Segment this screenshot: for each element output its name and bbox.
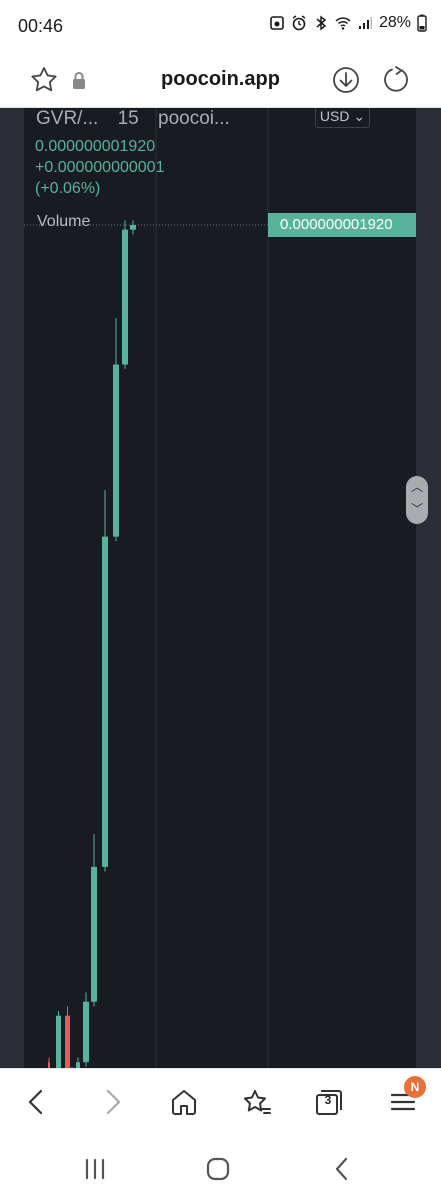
candle-body[interactable] — [91, 866, 97, 1002]
chevron-down-icon[interactable]: ﹀ — [406, 498, 428, 520]
photo-icon — [270, 16, 284, 30]
volume-label: Volume — [37, 213, 91, 230]
chart-interval[interactable]: 15 — [118, 108, 139, 129]
alarm-icon — [292, 15, 306, 31]
menu-badge: N — [404, 1076, 426, 1098]
chevron-up-icon[interactable]: ︿ — [406, 476, 428, 498]
tab-count: 3 — [324, 1093, 332, 1107]
candle-body[interactable] — [122, 229, 128, 365]
url-text[interactable]: poocoin.app — [0, 68, 441, 91]
currency-select[interactable]: USD ⌄ — [315, 108, 370, 128]
status-bar: 00:46 28% — [0, 0, 441, 54]
candle-body[interactable] — [65, 1015, 70, 1068]
candle-body[interactable] — [113, 364, 119, 537]
status-icons: 28% — [269, 14, 427, 32]
system-back-icon[interactable] — [327, 1154, 357, 1184]
current-price: 0.000000001920 — [35, 138, 156, 155]
browser-toolbar: poocoin.app — [0, 54, 441, 108]
price-change-percent: (+0.06%) — [35, 180, 101, 197]
last-price-tag: 0.000000001920 — [268, 213, 416, 237]
candle-body[interactable] — [130, 225, 136, 230]
browser-bottom-nav — [0, 1068, 441, 1134]
chart-source: poocoi... — [158, 108, 230, 129]
price-change: +0.000000000001 — [35, 159, 165, 176]
battery-level: 28% — [378, 14, 411, 31]
system-nav-bar — [0, 1134, 441, 1200]
price-chart[interactable] — [24, 108, 416, 1068]
candlestick-chart[interactable] — [24, 108, 416, 1068]
candle-body[interactable] — [56, 1015, 61, 1068]
web-content[interactable]: GVR/... 15 poocoi... USD ⌄ 0.00000000192… — [0, 108, 441, 1068]
candle-body[interactable] — [83, 1001, 89, 1063]
reload-icon[interactable] — [380, 64, 412, 96]
chevron-down-icon: ⌄ — [353, 108, 366, 124]
home-icon[interactable] — [167, 1085, 201, 1119]
wifi-icon — [335, 17, 351, 30]
status-time: 00:46 — [18, 16, 64, 36]
candle-body[interactable] — [102, 536, 108, 867]
scroll-handle[interactable]: ︿ ﹀ — [406, 476, 428, 524]
pair-symbol[interactable]: GVR/... — [36, 108, 98, 129]
signal-icon — [358, 17, 372, 29]
bookmarks-icon[interactable] — [240, 1085, 274, 1119]
system-home-icon[interactable] — [203, 1154, 233, 1184]
forward-icon[interactable] — [95, 1085, 129, 1119]
bluetooth-icon — [316, 15, 327, 31]
battery-icon — [417, 14, 427, 32]
download-icon[interactable] — [330, 64, 362, 96]
recent-apps-icon[interactable] — [80, 1154, 110, 1184]
chart-header: GVR/... 15 poocoi... — [36, 108, 244, 130]
back-icon[interactable] — [20, 1085, 54, 1119]
